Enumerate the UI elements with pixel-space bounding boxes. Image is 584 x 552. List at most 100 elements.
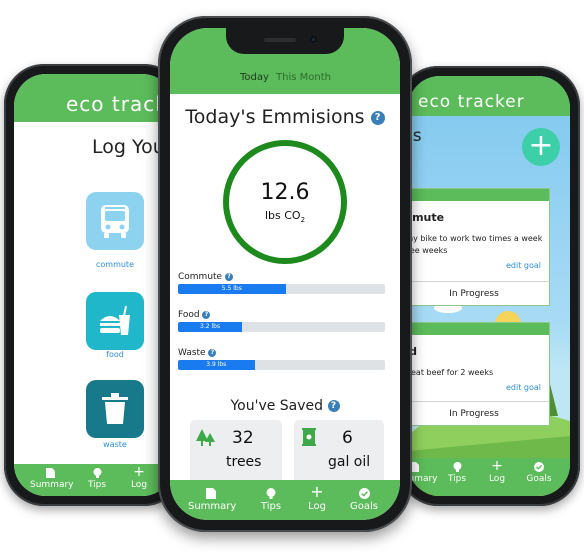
goal-desc-line: Ride my bike to work two times a week bbox=[408, 234, 543, 243]
goal-card: Commute Ride my bike to work two times a… bbox=[408, 188, 550, 306]
goal-description: Ride my bike to work two times a week fo… bbox=[408, 233, 542, 257]
lightbulb-icon bbox=[453, 462, 461, 472]
saved-title-text: You've Saved bbox=[230, 398, 324, 414]
saved-oil-card: 6 gal oil bbox=[294, 420, 384, 484]
log-screen: eco tracker Log Your Data commute bbox=[14, 74, 174, 496]
waste-log-button[interactable] bbox=[86, 380, 144, 438]
goal-description: Don't eat beef for 2 weeks bbox=[408, 367, 493, 379]
category-label: Food bbox=[178, 310, 200, 320]
camera-icon bbox=[310, 36, 317, 43]
help-icon[interactable]: ? bbox=[224, 272, 233, 281]
tab-label: Tips bbox=[87, 480, 107, 490]
unit-subscript: 2 bbox=[300, 216, 306, 225]
tab-goals[interactable]: Goals bbox=[344, 488, 384, 512]
summary-screen: Today This Month Today's Emmisions ? 12.… bbox=[170, 28, 400, 520]
tab-this-month[interactable]: This Month bbox=[276, 72, 331, 83]
tab-summary[interactable]: Summary bbox=[188, 488, 237, 512]
tab-log[interactable]: + Log bbox=[302, 482, 332, 513]
plus-icon: + bbox=[133, 464, 145, 480]
tab-label: Summary bbox=[188, 501, 237, 512]
lightbulb-icon bbox=[93, 468, 101, 478]
tab-tips[interactable]: Tips bbox=[442, 462, 472, 484]
category-commute: Commute ? bbox=[178, 272, 233, 282]
oil-saved-value: 6 bbox=[342, 428, 353, 448]
emissions-unit: lbs CO2 bbox=[229, 209, 341, 224]
trees-saved-unit: trees bbox=[226, 454, 262, 470]
trees-icon bbox=[196, 429, 215, 446]
tab-label: Log bbox=[488, 474, 506, 484]
help-icon[interactable]: ? bbox=[202, 310, 211, 319]
right-phone: eco tracker Goals + Commute Ride my bike… bbox=[398, 66, 580, 506]
lightbulb-icon bbox=[266, 488, 276, 499]
badge-check-icon bbox=[534, 462, 544, 472]
tab-label: Tips bbox=[447, 474, 467, 484]
plus-icon: + bbox=[491, 458, 503, 474]
page-title: Log Your Data bbox=[92, 136, 174, 158]
edit-goal-link[interactable]: edit goal bbox=[506, 383, 541, 392]
tab-log[interactable]: + Log bbox=[482, 458, 512, 484]
tab-label: Goals bbox=[350, 501, 378, 512]
document-icon bbox=[45, 468, 55, 478]
add-goal-button[interactable]: + bbox=[522, 128, 560, 166]
goal-card-bar bbox=[408, 323, 549, 335]
goal-title: Commute bbox=[408, 211, 445, 224]
left-phone: eco tracker Log Your Data commute bbox=[4, 64, 184, 506]
app-header: eco tracker bbox=[408, 76, 570, 116]
tab-log[interactable]: + Log bbox=[124, 464, 154, 490]
goal-desc-line: Don't eat beef for 2 weeks bbox=[408, 368, 494, 377]
tab-label: Log bbox=[308, 501, 326, 512]
tab-tips[interactable]: Tips bbox=[256, 488, 286, 512]
tab-today[interactable]: Today bbox=[240, 72, 269, 83]
food-label: food bbox=[106, 350, 124, 359]
commute-bar: 5.5 lbs bbox=[178, 284, 385, 294]
food-log-button[interactable] bbox=[86, 292, 144, 350]
tab-goals[interactable]: Goals bbox=[522, 462, 556, 484]
goal-desc-line: for three weeks bbox=[408, 246, 448, 255]
waste-label: waste bbox=[103, 440, 127, 449]
commute-log-button[interactable] bbox=[86, 192, 144, 250]
center-phone: Today This Month Today's Emmisions ? 12.… bbox=[158, 16, 412, 532]
tab-label: Log bbox=[130, 480, 148, 490]
tab-bar: Summary Tips + Log Goals bbox=[408, 458, 570, 496]
commute-label: commute bbox=[95, 260, 134, 269]
app-title: eco tracker bbox=[418, 92, 525, 112]
document-icon bbox=[206, 488, 216, 499]
food-bar: 3.2 lbs bbox=[178, 322, 385, 332]
tab-summary[interactable]: Summary bbox=[30, 468, 74, 490]
goal-status: In Progress bbox=[408, 401, 549, 427]
help-icon[interactable]: ? bbox=[327, 400, 340, 412]
speaker-grille bbox=[264, 38, 296, 42]
category-label: Waste bbox=[178, 348, 206, 358]
goals-screen: eco tracker Goals + Commute Ride my bike… bbox=[408, 76, 570, 496]
edit-goal-link[interactable]: edit goal bbox=[506, 261, 541, 270]
oil-saved-unit: gal oil bbox=[328, 454, 371, 470]
plus-icon: + bbox=[310, 482, 324, 501]
category-food: Food ? bbox=[178, 310, 211, 320]
page-title-text: Today's Emmisions bbox=[185, 106, 365, 128]
emissions-ring: 12.6 lbs CO2 bbox=[223, 140, 347, 264]
tab-tips[interactable]: Tips bbox=[82, 468, 112, 490]
goal-card-bar bbox=[408, 189, 549, 201]
unit-text: lbs CO bbox=[264, 209, 301, 222]
page-title: Today's Emmisions ? bbox=[170, 106, 400, 128]
tab-label: Tips bbox=[260, 501, 282, 512]
waste-bar: 3.9 lbs bbox=[178, 360, 385, 370]
tab-bar: Summary Tips + Log bbox=[14, 464, 174, 496]
food-bar-fill: 3.2 lbs bbox=[178, 322, 243, 332]
commute-bar-fill: 5.5 lbs bbox=[178, 284, 286, 294]
tab-bar: Summary Tips + Log Goals bbox=[170, 480, 400, 520]
tab-label: Goals bbox=[526, 474, 552, 484]
badge-check-icon bbox=[358, 488, 370, 499]
saved-trees-card: 32 trees bbox=[190, 420, 282, 484]
help-icon[interactable]: ? bbox=[208, 348, 217, 357]
saved-title: You've Saved ? bbox=[170, 398, 400, 414]
trash-icon bbox=[102, 393, 128, 424]
oil-barrel-icon bbox=[302, 428, 316, 446]
app-header: eco tracker bbox=[14, 74, 174, 122]
help-icon[interactable]: ? bbox=[370, 110, 385, 125]
category-label: Commute bbox=[178, 272, 223, 282]
goal-status: In Progress bbox=[408, 281, 549, 307]
category-waste: Waste ? bbox=[178, 348, 217, 358]
commute-value: 5.5 lbs bbox=[221, 285, 242, 292]
total-emissions: 12.6 bbox=[260, 180, 310, 205]
